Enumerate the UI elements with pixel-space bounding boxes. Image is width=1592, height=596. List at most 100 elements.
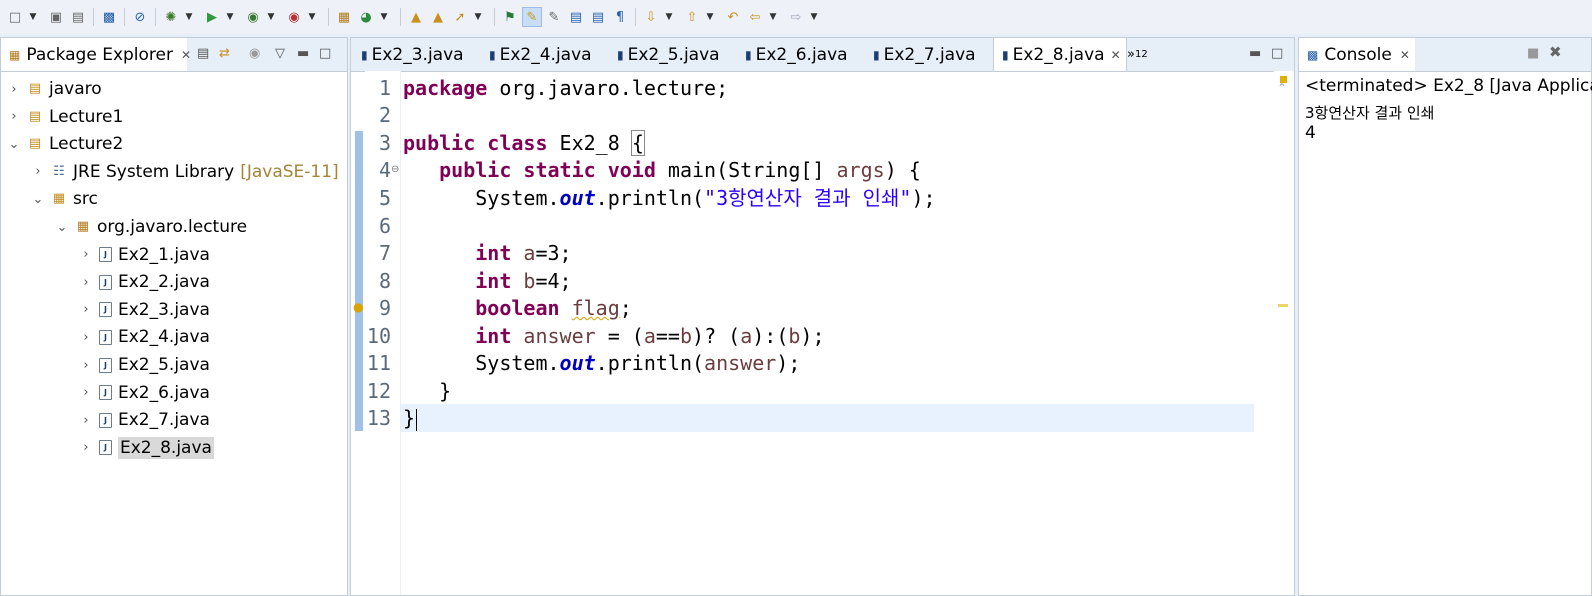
tree-item-ex2-1-java[interactable]: › J Ex2_1.java — [79, 242, 210, 268]
save-icon[interactable]: ▣ — [46, 7, 66, 27]
terminate-icon[interactable]: ■ — [1527, 46, 1539, 61]
maximize-icon[interactable]: □ — [319, 46, 331, 61]
skip-breakpoints-icon[interactable]: ⊘ — [130, 7, 150, 27]
close-icon[interactable]: ✕ — [1111, 48, 1121, 62]
warning-marker-icon[interactable]: ● — [353, 300, 363, 314]
java-file-icon: ▮ — [361, 47, 368, 62]
toggle-mark-occurrences-icon[interactable]: ✎ — [522, 7, 542, 27]
tree-item-src[interactable]: ⌄ ▦ src — [31, 186, 98, 212]
view-menu-icon[interactable]: ▽ — [275, 46, 285, 61]
editor-tab-ex2-3[interactable]: ▮ Ex2_3.java — [361, 38, 464, 71]
close-icon[interactable]: ✕ — [1400, 48, 1410, 62]
overview-occurrence-marker[interactable] — [1278, 304, 1288, 307]
editor-tab-ex2-6[interactable]: ▮ Ex2_6.java — [745, 38, 848, 71]
chevron-right-icon[interactable]: › — [7, 82, 21, 97]
tree-item-ex2-8-java[interactable]: › J Ex2_8.java — [79, 435, 214, 461]
scroll-up-icon[interactable]: ⌃ — [1277, 81, 1287, 95]
code-line-13: } — [403, 406, 418, 431]
search-dropdown-icon[interactable]: ▼ — [472, 7, 484, 27]
new-java-class-dropdown-icon[interactable]: ▼ — [378, 7, 390, 27]
chevron-right-icon[interactable]: › — [79, 302, 93, 317]
filters-icon[interactable]: ◉ — [249, 46, 260, 61]
next-annotation-dropdown-icon[interactable]: ▼ — [663, 7, 675, 27]
maximize-icon[interactable]: □ — [1271, 46, 1283, 61]
chevron-right-icon[interactable]: › — [79, 413, 93, 428]
run-icon[interactable]: ▶ — [202, 7, 222, 27]
coverage-icon[interactable]: ◉ — [243, 7, 263, 27]
forward-icon[interactable]: ⇨ — [786, 7, 806, 27]
back-dropdown-icon[interactable]: ▼ — [767, 7, 779, 27]
tree-item-ex2-4-java[interactable]: › J Ex2_4.java — [79, 324, 210, 350]
tree-item-org-javaro-lecture[interactable]: ⌄ ▦ org.javaro.lecture — [55, 214, 248, 240]
open-type-icon[interactable]: ▲ — [406, 7, 426, 27]
editor-tab-overflow[interactable]: » 12 — [1127, 38, 1148, 71]
tree-item-ex2-6-java[interactable]: › J Ex2_6.java — [79, 380, 210, 406]
previous-annotation-icon[interactable]: ⇧ — [682, 7, 702, 27]
java-file-icon: J — [99, 385, 112, 401]
tree-item-label: Ex2_7.java — [118, 410, 210, 431]
editor-tab-ex2-7[interactable]: ▮ Ex2_7.java — [873, 38, 976, 71]
open-task-icon[interactable]: ▲ — [428, 7, 448, 27]
debug-dropdown-icon[interactable]: ▼ — [183, 7, 195, 27]
chevron-right-icon[interactable]: › — [79, 358, 93, 373]
console-tab[interactable]: ▩ Console ✕ — [1299, 38, 1415, 71]
new-icon[interactable]: □ — [5, 7, 25, 27]
pilcrow-icon[interactable]: ¶ — [610, 7, 630, 27]
chevron-down-icon[interactable]: ⌄ — [55, 220, 69, 235]
chevron-down-icon[interactable]: ⌄ — [7, 137, 21, 152]
tree-item-label: src — [73, 189, 98, 210]
tree-item-lecture2[interactable]: ⌄ ▤ Lecture2 — [7, 131, 124, 157]
tree-item-ex2-2-java[interactable]: › J Ex2_2.java — [79, 269, 210, 295]
remove-launch-icon[interactable]: ✖ — [1549, 43, 1562, 61]
save-all-icon[interactable]: ▤ — [68, 7, 88, 27]
external-tools-icon[interactable]: ◉ — [284, 7, 304, 27]
back-icon[interactable]: ⇦ — [745, 7, 765, 27]
next-annotation-icon[interactable]: ⇩ — [641, 7, 661, 27]
last-edit-icon[interactable]: ↶ — [723, 7, 743, 27]
coverage-dropdown-icon[interactable]: ▼ — [265, 7, 277, 27]
java-file-icon: ▮ — [873, 47, 880, 62]
external-tools-dropdown-icon[interactable]: ▼ — [306, 7, 318, 27]
new-dropdown-icon[interactable]: ▼ — [27, 7, 39, 27]
tree-item-javaro[interactable]: › ▤ javaro — [7, 76, 101, 102]
debug-icon[interactable]: ✺ — [161, 7, 181, 27]
show-whitespace-icon[interactable]: ▤ — [566, 7, 586, 27]
chevron-right-icon[interactable]: › — [31, 164, 45, 179]
search-icon[interactable]: ➚ — [450, 7, 470, 27]
tree-item-ex2-7-java[interactable]: › J Ex2_7.java — [79, 407, 210, 433]
chevron-right-icon[interactable]: › — [79, 247, 93, 262]
chevron-right-icon[interactable]: › — [79, 440, 93, 455]
new-java-package-icon[interactable]: ▦ — [334, 7, 354, 27]
chevron-right-icon[interactable]: › — [79, 275, 93, 290]
previous-annotation-dropdown-icon[interactable]: ▼ — [704, 7, 716, 27]
show-annotations-icon[interactable]: ▤ — [588, 7, 608, 27]
collapse-all-icon[interactable]: ▤ — [197, 46, 209, 61]
editor-tab-ex2-5[interactable]: ▮ Ex2_5.java — [617, 38, 720, 71]
package-explorer-tab[interactable]: ▦ Package Explorer ✕ — [1, 38, 191, 71]
tree-item-lecture1[interactable]: › ▤ Lecture1 — [7, 104, 123, 130]
minimize-icon[interactable]: ▬ — [297, 46, 309, 61]
overview-warning-marker[interactable] — [1280, 76, 1287, 83]
fold-icon[interactable]: ⊖ — [391, 164, 399, 175]
toggle-highlight-icon[interactable]: ⚑ — [500, 7, 520, 27]
run-dropdown-icon[interactable]: ▼ — [224, 7, 236, 27]
close-icon[interactable]: ✕ — [181, 48, 191, 62]
editor-tab-ex2-8[interactable]: ▮ Ex2_8.java ✕ — [993, 38, 1127, 71]
tree-item-jre-system-library[interactable]: › ☷ JRE System Library [JavaSE-11] — [31, 159, 339, 185]
minimize-icon[interactable]: ▬ — [1249, 46, 1261, 61]
chevron-right-icon[interactable]: › — [7, 109, 21, 124]
tree-item-ex2-5-java[interactable]: › J Ex2_5.java — [79, 352, 210, 378]
editor-tab-ex2-4[interactable]: ▮ Ex2_4.java — [489, 38, 592, 71]
chevron-right-icon[interactable]: › — [79, 330, 93, 345]
link-with-editor-icon[interactable]: ⇄ — [219, 46, 230, 61]
forward-dropdown-icon[interactable]: ▼ — [808, 7, 820, 27]
terminal-icon[interactable]: ▩ — [99, 7, 119, 27]
block-selection-icon[interactable]: ✎ — [544, 7, 564, 27]
chevron-down-icon[interactable]: ⌄ — [31, 192, 45, 207]
code-line-5: System.out.println("3항연산자 결과 인쇄"); — [475, 186, 936, 210]
chevron-right-icon[interactable]: › — [79, 385, 93, 400]
new-java-class-icon[interactable]: ◕ — [356, 7, 376, 27]
tree-item-ex2-3-java[interactable]: › J Ex2_3.java — [79, 297, 210, 323]
tree-item-decoration: [JavaSE-11] — [240, 161, 339, 182]
tree-item-label: Ex2_6.java — [118, 382, 210, 403]
